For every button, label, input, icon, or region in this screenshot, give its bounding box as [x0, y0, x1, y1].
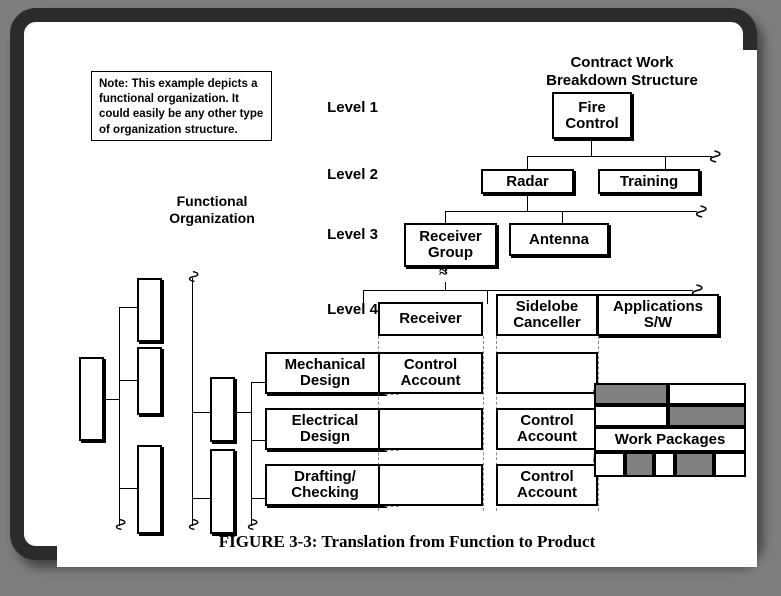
functional-org-box-c2-1[interactable] [210, 377, 235, 442]
work-package-cell-r1c1[interactable] [594, 383, 668, 405]
wbs-node-label: Radar [506, 172, 549, 190]
connector-fo-c1-b3 [119, 488, 137, 489]
wbs-node-label: Fire Control [565, 98, 619, 132]
connector-fo-col2-spine [192, 278, 193, 526]
connector-fo-c2-b2 [192, 498, 210, 499]
connector-fo-leaf-spine [251, 382, 252, 526]
wbs-node-sidelobe-canceller[interactable]: Sidelobe Canceller [496, 294, 598, 336]
function-row-electrical-design[interactable]: Electrical Design [265, 408, 385, 450]
connector-l3-bus [445, 211, 697, 212]
figure-canvas: Note: This example depicts a functional … [57, 50, 757, 567]
connector-rg-down-b [445, 282, 446, 290]
matrix-cell-sidelobe-drafting[interactable]: Control Account [496, 464, 598, 506]
connector-l1-down [591, 139, 592, 156]
work-packages-label: Work Packages [594, 427, 746, 452]
break-squiggle-icon-fo-leaf: ∿ [243, 516, 264, 533]
wbs-title-line2: Breakdown Structure [546, 72, 698, 89]
work-packages-panel: Work Packages [594, 383, 746, 477]
work-package-cell-r2c2[interactable] [668, 405, 746, 427]
wbs-node-label: Applications S/W [612, 298, 703, 331]
wbs-node-label: Sidelobe Canceller [513, 298, 581, 331]
matrix-cell-receiver-electrical[interactable] [378, 408, 483, 450]
figure-caption: FIGURE 3-3: Translation from Function to… [218, 532, 596, 551]
wbs-node-applications-sw[interactable]: Applications S/W [597, 294, 719, 336]
function-row-mechanical-design[interactable]: Mechanical Design [265, 352, 385, 394]
function-row-label: Electrical Design [291, 412, 359, 445]
work-package-cell-r4c5[interactable] [714, 452, 746, 477]
functional-org-box-c1-3[interactable] [137, 445, 162, 534]
functional-org-box-c1-2[interactable] [137, 347, 162, 415]
connector-l4-sidelobe [487, 290, 488, 304]
functional-org-box-c1-1[interactable] [137, 278, 162, 342]
matrix-cell-sidelobe-electrical[interactable]: Control Account [496, 408, 598, 450]
connector-fo-c1-b1 [119, 307, 137, 308]
connector-l4-receiver [363, 290, 364, 304]
wbs-node-receiver[interactable]: Receiver [378, 302, 483, 336]
level-label-2: Level 2 [327, 166, 378, 183]
break-squiggle-icon-fo-col2-top: ∿ [184, 268, 205, 285]
screen-frame: Note: This example depicts a functional … [10, 8, 757, 567]
break-squiggle-icon-receiver-group: ≈ [439, 264, 448, 281]
level-label-1: Level 1 [327, 99, 378, 116]
connector-fo-col1-spine [119, 307, 120, 526]
wbs-node-label: Receiver [399, 310, 462, 328]
function-row-drafting-checking[interactable]: Drafting/ Checking [265, 464, 385, 506]
connector-l4-bus [363, 290, 693, 291]
matrix-cell-sidelobe-mechanical[interactable] [496, 352, 598, 394]
wbs-node-antenna[interactable]: Antenna [509, 223, 609, 256]
matrix-cell-receiver-drafting[interactable] [378, 464, 483, 506]
break-squiggle-icon-l3: ∿ [689, 203, 712, 220]
connector-fo-leaf-1 [251, 382, 265, 383]
grid-dashed-row-2-bottom [385, 450, 399, 451]
note-box: Note: This example depicts a functional … [91, 71, 272, 141]
functional-org-title-line1: Functional [176, 193, 248, 209]
work-package-cell-r4c3[interactable] [654, 452, 675, 477]
wbs-node-training[interactable]: Training [598, 169, 700, 194]
connector-fo-root-out [104, 399, 119, 400]
functional-org-box-c2-2[interactable] [210, 449, 235, 534]
connector-fo-leaf-3 [251, 498, 265, 499]
work-package-cell-r4c2[interactable] [625, 452, 654, 477]
wbs-node-radar[interactable]: Radar [481, 169, 574, 194]
matrix-cell-label: Control Account [517, 468, 577, 501]
function-row-label: Drafting/ Checking [291, 468, 359, 501]
connector-fo-c2-b1 [192, 412, 210, 413]
functional-org-title-line2: Organization [169, 210, 255, 226]
connector-fo-c1-b2 [119, 380, 137, 381]
grid-dashed-row-1-bottom [385, 394, 399, 395]
functional-org-box-root[interactable] [79, 357, 104, 441]
work-package-cell-r4c4[interactable] [675, 452, 714, 477]
work-package-cell-r4c1[interactable] [594, 452, 625, 477]
matrix-cell-label: Control Account [400, 356, 461, 389]
wbs-node-fire-control[interactable]: Fire Control [552, 92, 632, 139]
wbs-title-line1: Contract Work [570, 54, 674, 71]
matrix-cell-receiver-mechanical[interactable]: Control Account [378, 352, 483, 394]
break-squiggle-icon-fo-col1: ∿ [111, 516, 132, 533]
work-package-cell-r2c1[interactable] [594, 405, 668, 427]
grid-dashed-row-3-bottom [385, 506, 399, 507]
wbs-node-label: Receiver Group [419, 228, 482, 261]
break-squiggle-icon-fo-col2-bottom: ∿ [184, 516, 205, 533]
connector-fo-c2-out [235, 412, 251, 413]
connector-l2-bus [527, 156, 712, 157]
level-label-3: Level 3 [327, 226, 378, 243]
break-squiggle-icon-l2: ∿ [703, 148, 726, 165]
wbs-node-label: Antenna [529, 230, 589, 248]
connector-fo-leaf-2 [251, 440, 265, 441]
wbs-node-label: Training [619, 172, 679, 190]
wbs-node-receiver-group[interactable]: Receiver Group [404, 223, 497, 267]
connector-radar-down [527, 194, 528, 211]
work-package-cell-r1c2[interactable] [668, 383, 746, 405]
function-row-label: Mechanical Design [284, 356, 366, 389]
matrix-cell-label: Control Account [517, 412, 577, 445]
grid-dashed-col-receiver-right [483, 336, 484, 511]
